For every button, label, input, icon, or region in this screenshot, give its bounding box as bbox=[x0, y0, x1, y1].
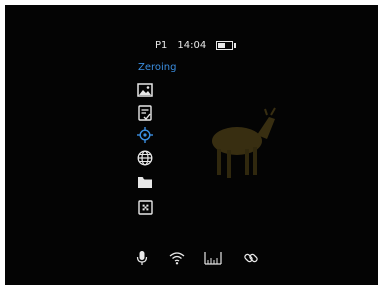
settings-card-icon bbox=[138, 105, 152, 121]
globe-icon bbox=[137, 150, 153, 166]
bottom-item-link[interactable] bbox=[240, 247, 262, 269]
rangefinder-ruler-icon bbox=[204, 252, 222, 265]
target-box-icon bbox=[137, 199, 153, 215]
battery-level-fill bbox=[218, 42, 226, 48]
menu-item-target[interactable] bbox=[135, 197, 155, 217]
bottom-item-rangefinder[interactable] bbox=[202, 247, 224, 269]
menu-item-folder[interactable] bbox=[135, 172, 155, 192]
status-bar: P1 14:04 bbox=[155, 38, 237, 52]
battery-tip bbox=[234, 42, 237, 48]
profile-indicator: P1 bbox=[155, 39, 168, 51]
image-icon bbox=[137, 83, 153, 97]
menu-item-settings-card[interactable] bbox=[135, 103, 155, 123]
menu-item-zeroing[interactable] bbox=[135, 125, 155, 145]
menu-item-image[interactable] bbox=[135, 80, 155, 100]
crosshair-icon bbox=[137, 127, 153, 143]
bottom-item-wifi[interactable] bbox=[166, 247, 188, 269]
viewfinder-screen: P1 14:04 Zeroing bbox=[5, 5, 378, 285]
menu-item-globe[interactable] bbox=[135, 148, 155, 168]
microphone-icon bbox=[136, 251, 148, 265]
wifi-icon bbox=[169, 252, 185, 265]
menu-title: Zeroing bbox=[138, 62, 177, 73]
link-icon bbox=[244, 253, 258, 263]
bottom-item-microphone[interactable] bbox=[131, 247, 153, 269]
battery-icon bbox=[216, 40, 234, 50]
scene-deer bbox=[195, 105, 295, 195]
clock: 14:04 bbox=[177, 39, 207, 51]
folder-icon bbox=[138, 177, 152, 188]
